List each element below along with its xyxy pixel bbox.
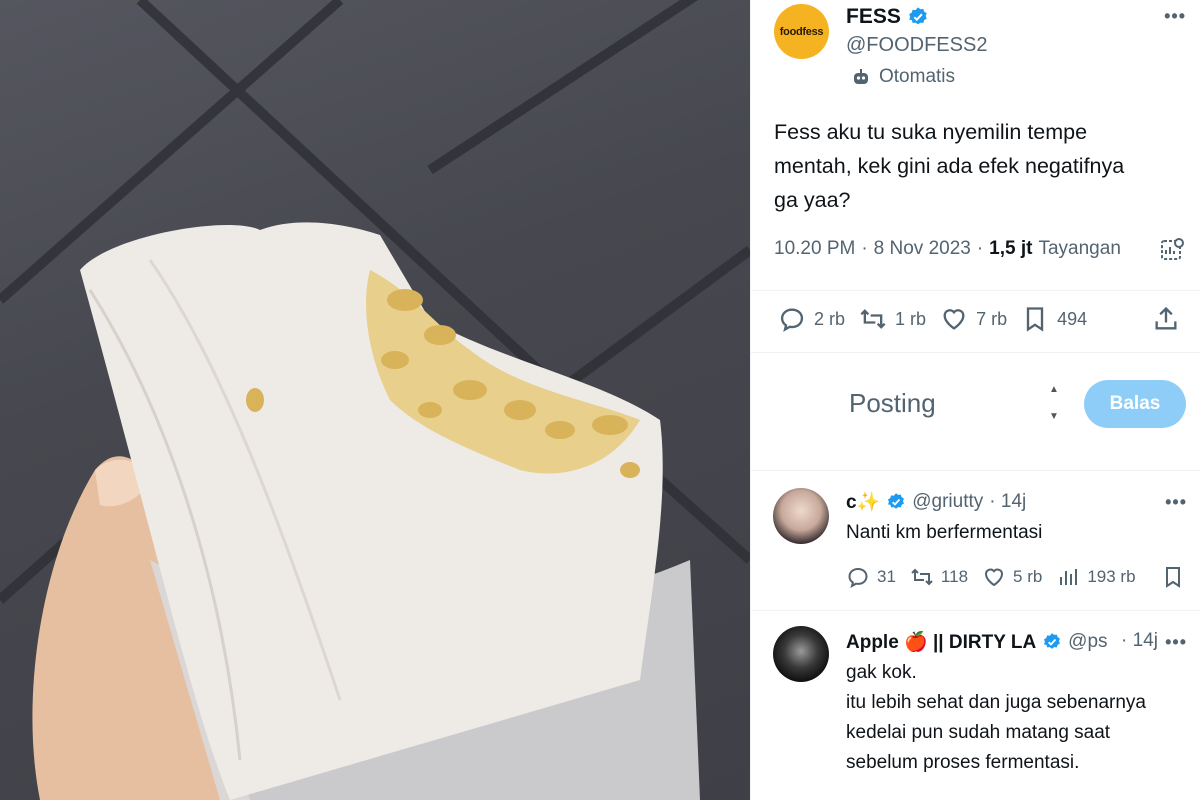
scroll-spinner[interactable]: ▲ ▼: [1043, 384, 1065, 422]
like-icon: [985, 568, 1004, 587]
author-name: FESS: [846, 5, 901, 28]
like-count: 5 rb: [1013, 567, 1043, 586]
views-count: 193 rb: [1087, 567, 1136, 586]
reply-author-handle[interactable]: @griutty: [912, 491, 983, 513]
retweet-count: 118: [940, 567, 969, 586]
more-icon[interactable]: •••: [1165, 632, 1187, 653]
like-action[interactable]: 5 rb: [982, 565, 1042, 589]
reply-author-name[interactable]: c✨: [846, 490, 880, 514]
reply-icon: [780, 308, 804, 332]
author-avatar[interactable]: foodfess: [774, 4, 829, 59]
retweet-action[interactable]: 1 rb: [859, 305, 926, 333]
verified-icon: [888, 493, 905, 509]
like-icon: [943, 309, 965, 330]
views-icon: [1060, 569, 1078, 585]
arrow-down-icon: ▼: [1049, 411, 1059, 422]
reply-avatar[interactable]: [773, 626, 829, 682]
reply-age: · 14j: [1121, 630, 1158, 651]
bookmark-icon: [1026, 307, 1044, 332]
tweet-meta: 10.20 PM · 8 Nov 2023 · 1,5 jt Tayangan: [774, 238, 1121, 260]
reply-button[interactable]: Balas: [1084, 380, 1186, 428]
reply-author-handle[interactable]: @ps: [1068, 631, 1107, 653]
tweet-photo[interactable]: [0, 0, 750, 800]
tweet-actions: 2 rb 1 rb 7 rb 494: [778, 305, 1101, 333]
more-icon[interactable]: •••: [1164, 6, 1186, 27]
reply-author-name[interactable]: Apple 🍎 || DIRTY LA: [846, 630, 1036, 654]
bookmark-count: 494: [1057, 308, 1088, 329]
retweet-icon: [860, 309, 886, 329]
tweet-date[interactable]: 8 Nov 2023: [874, 238, 971, 260]
views-label: Tayangan: [1038, 238, 1121, 259]
tempeh-photo-illustration: [0, 0, 750, 800]
automated-badge: Otomatis: [851, 66, 955, 88]
reply-action[interactable]: 2 rb: [778, 305, 845, 333]
automated-label: Otomatis: [879, 66, 956, 87]
bookmark-icon[interactable]: [1161, 565, 1185, 589]
like-count: 7 rb: [976, 308, 1008, 329]
more-icon[interactable]: •••: [1165, 492, 1187, 513]
avatar-logo-text: foodfess: [779, 25, 824, 38]
reply-age: · 14j: [989, 491, 1027, 512]
reply-text: Nanti km berfermentasi: [846, 522, 1043, 543]
reply-header: Apple 🍎 || DIRTY LA @ps: [846, 630, 1146, 654]
reply-composer: Posting ▲ ▼ Balas: [751, 360, 1200, 470]
bookmark-action[interactable]: 494: [1021, 305, 1087, 333]
reply-input[interactable]: Posting: [849, 388, 936, 419]
reply-avatar[interactable]: [773, 488, 829, 544]
reply-text: gak kok. itu lebih sehat dan juga sebena…: [846, 662, 1147, 773]
like-action[interactable]: 7 rb: [940, 305, 1007, 333]
views-count: 1,5 jt: [989, 238, 1033, 259]
author-name-row[interactable]: FESS: [846, 5, 929, 29]
retweet-count: 1 rb: [895, 308, 927, 329]
verified-icon: [909, 7, 927, 25]
tweet-text: Fess aku tu suka nyemilin tempe mentah, …: [774, 120, 1125, 212]
reply-count: 2 rb: [814, 308, 846, 329]
bot-icon: [854, 69, 868, 84]
author-handle[interactable]: @FOODFESS2: [846, 34, 987, 57]
views-action[interactable]: 193 rb: [1056, 565, 1136, 589]
divider: [751, 352, 1200, 353]
reply-actions: 31 118 5 rb 193 rb: [846, 565, 1150, 589]
retweet-icon: [911, 568, 933, 586]
reply-action[interactable]: 31: [846, 565, 896, 589]
divider: [751, 290, 1200, 291]
reply-item[interactable]: c✨ @griutty · 14j ••• Nanti km berfermen…: [751, 470, 1200, 610]
reply-count: 31: [877, 567, 896, 586]
share-icon[interactable]: [1152, 305, 1180, 333]
arrow-up-icon: ▲: [1049, 384, 1059, 395]
tweet-panel: foodfess FESS @FOODFESS2 Otomatis ••• Fe…: [750, 0, 1200, 800]
analytics-icon[interactable]: [1158, 236, 1186, 264]
reply-item[interactable]: Apple 🍎 || DIRTY LA @ps · 14j ••• gak ko…: [751, 610, 1200, 800]
reply-icon: [848, 567, 868, 589]
tweet-time[interactable]: 10.20 PM: [774, 238, 855, 260]
retweet-action[interactable]: 118: [910, 565, 968, 589]
verified-icon: [1044, 633, 1061, 649]
reply-header: c✨ @griutty · 14j: [846, 490, 1026, 514]
